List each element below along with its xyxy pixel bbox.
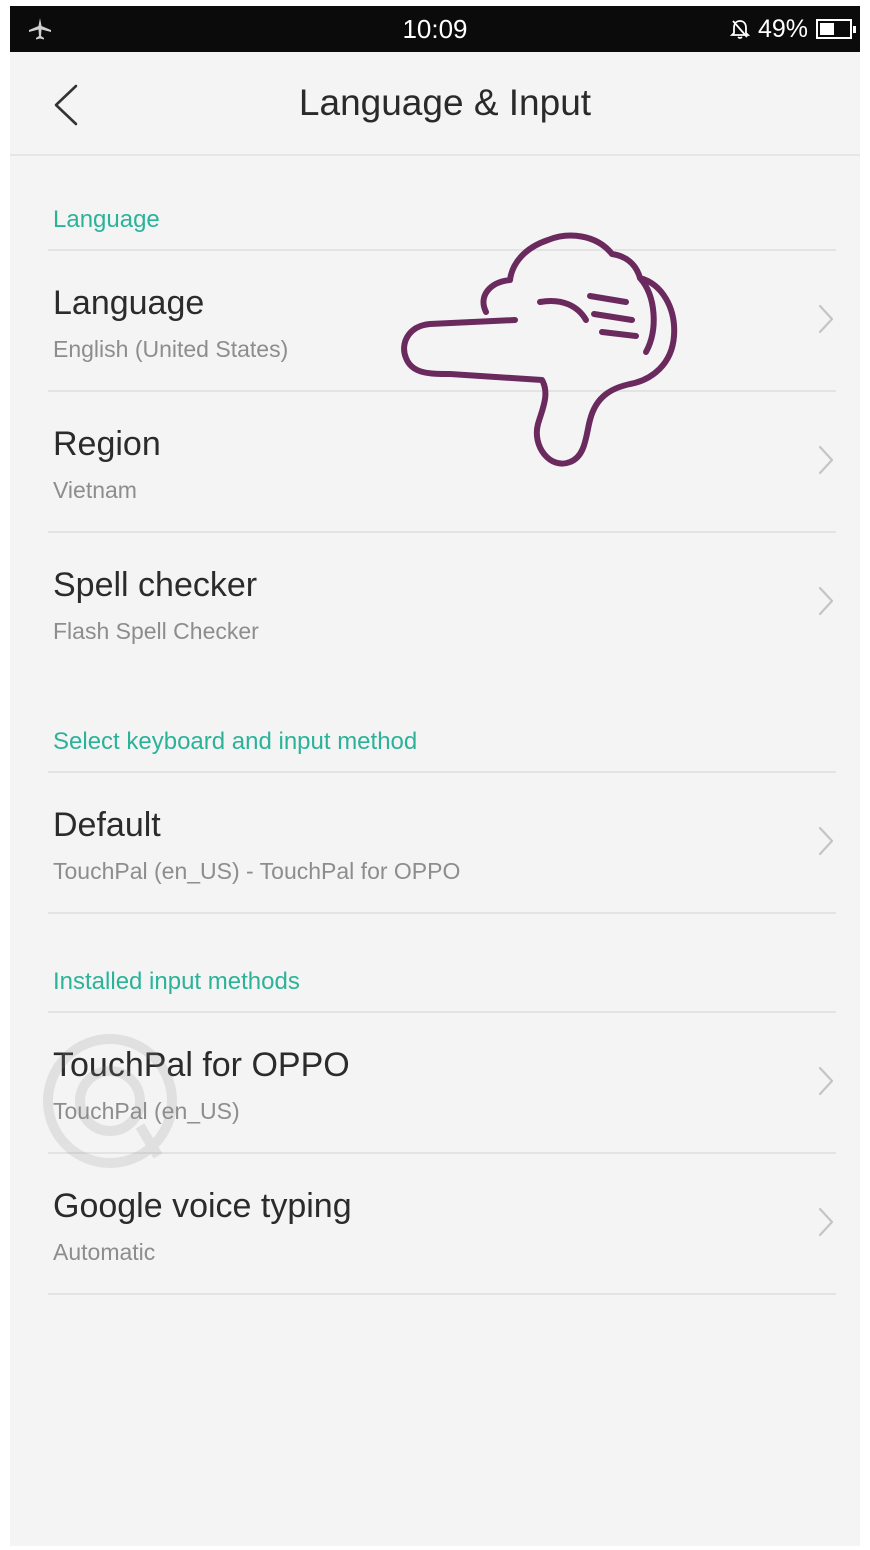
chevron-right-icon <box>818 1207 834 1237</box>
settings-item-label: Region <box>53 425 161 463</box>
settings-item-label: Google voice typing <box>53 1187 352 1225</box>
alarm-off-icon <box>729 20 750 39</box>
settings-item-label: Default <box>53 806 161 844</box>
status-bar: 10:09 49% <box>10 6 860 52</box>
chevron-right-icon <box>818 586 834 616</box>
battery-fill <box>820 23 834 35</box>
battery-percent: 49% <box>757 14 808 43</box>
settings-item-value: English (United States) <box>53 336 289 362</box>
chevron-right-icon <box>818 826 834 856</box>
section-header-language: Language <box>53 206 160 233</box>
settings-item-label: TouchPal for OPPO <box>53 1046 350 1084</box>
settings-item-region[interactable]: Region Vietnam <box>10 391 860 531</box>
settings-item-value: Vietnam <box>53 477 137 503</box>
settings-item-value: TouchPal (en_US) - TouchPal for OPPO <box>53 858 461 884</box>
page-title: Language & Input <box>298 82 592 123</box>
settings-item-label: Language <box>53 284 205 322</box>
battery-icon <box>816 19 856 39</box>
section-header-keyboard: Select keyboard and input method <box>53 728 418 755</box>
settings-item-touchpal[interactable]: TouchPal for OPPO TouchPal (en_US) <box>10 1012 860 1152</box>
divider <box>48 912 836 914</box>
settings-item-label: Spell checker <box>53 566 258 604</box>
section-header-installed: Installed input methods <box>53 968 300 995</box>
settings-item-default[interactable]: Default TouchPal (en_US) - TouchPal for … <box>10 772 860 912</box>
settings-item-value: TouchPal (en_US) <box>53 1098 240 1124</box>
chevron-right-icon <box>818 445 834 475</box>
chevron-right-icon <box>818 1066 834 1096</box>
settings-item-value: Flash Spell Checker <box>53 618 259 644</box>
battery-cap <box>853 26 856 33</box>
settings-item-google-voice[interactable]: Google voice typing Automatic <box>10 1153 860 1293</box>
phone-screen: 10:09 49% Language & Input Language Lang… <box>10 6 860 1546</box>
settings-item-value: Automatic <box>53 1239 156 1265</box>
chevron-right-icon <box>818 304 834 334</box>
settings-item-spell-checker[interactable]: Spell checker Flash Spell Checker <box>10 532 860 672</box>
app-header: Language & Input <box>10 52 860 156</box>
settings-item-language[interactable]: Language English (United States) <box>10 250 860 390</box>
status-right-group: 49% <box>729 14 856 44</box>
divider <box>48 1293 836 1295</box>
